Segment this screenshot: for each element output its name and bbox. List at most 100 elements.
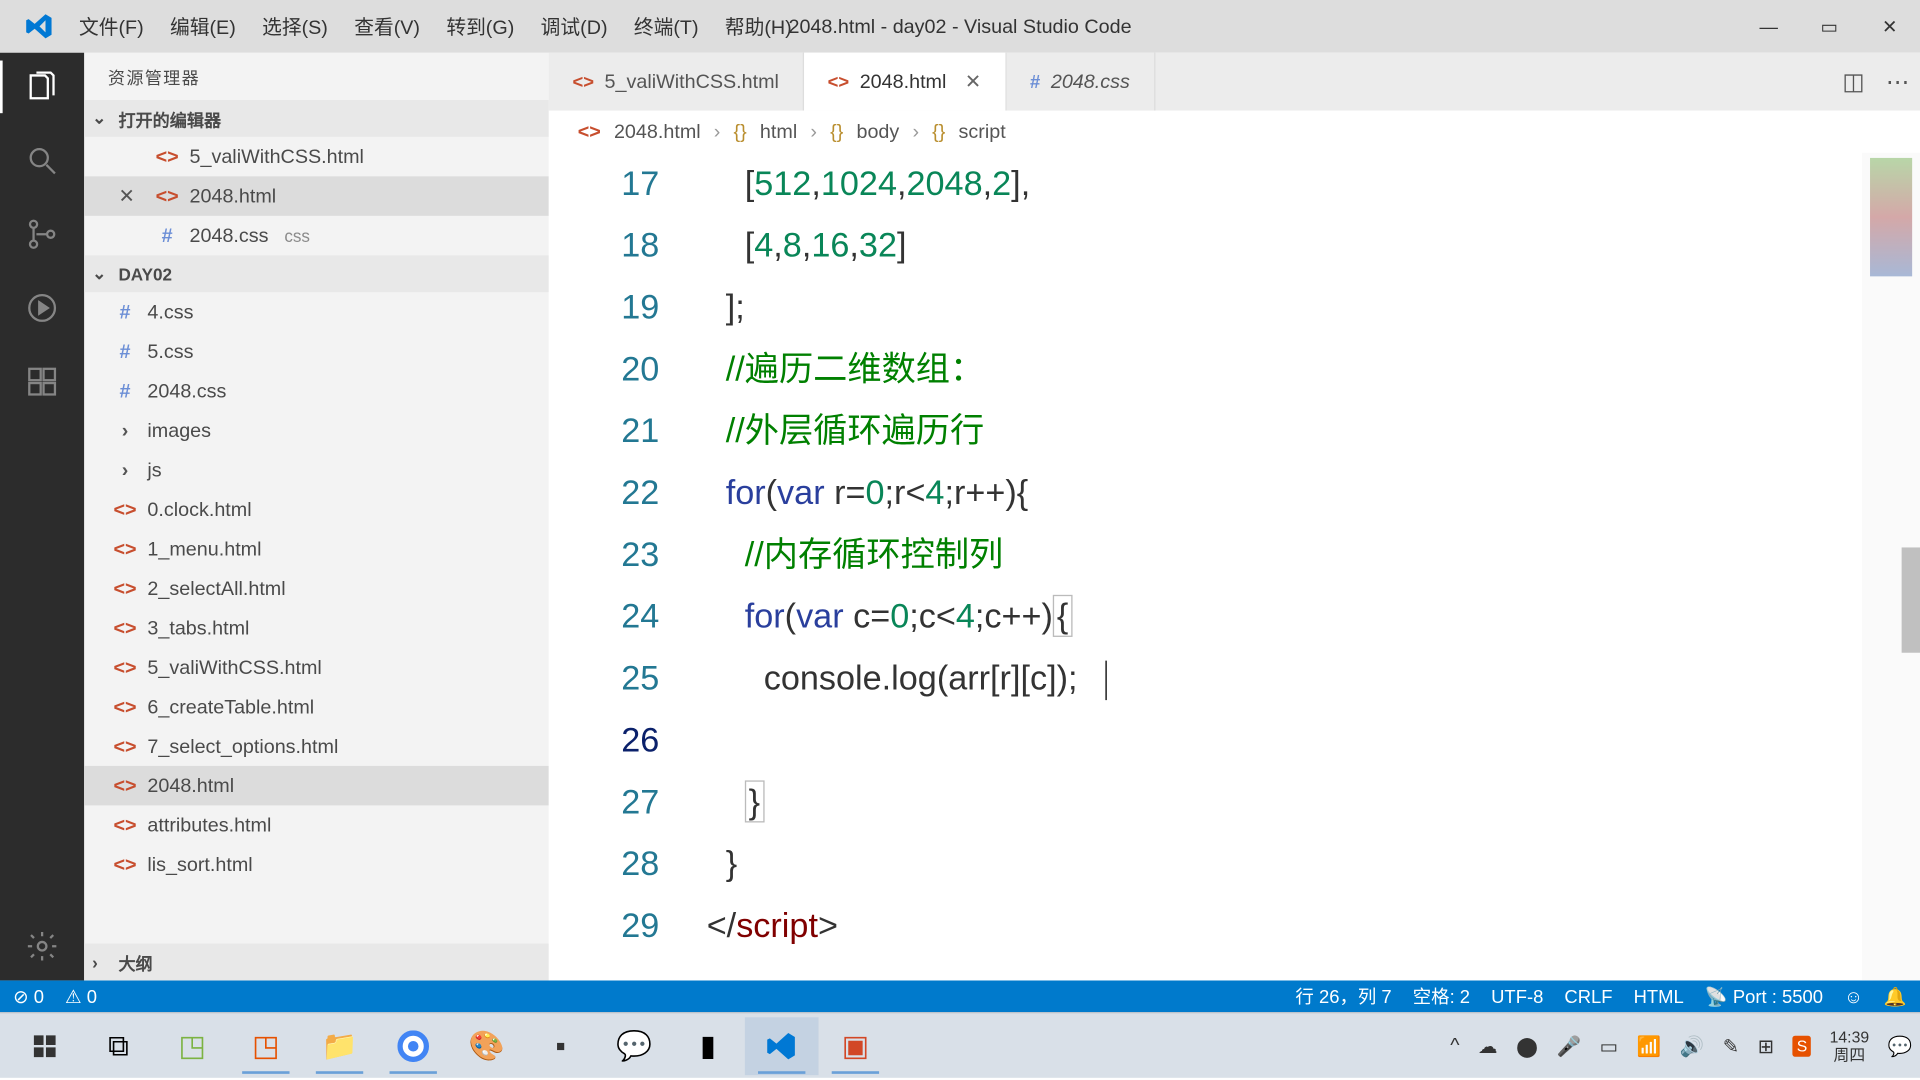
- taskbar-app[interactable]: ▪: [524, 1017, 598, 1075]
- file-tree-item[interactable]: <>6_createTable.html: [84, 687, 549, 726]
- file-tree-item[interactable]: #5.css: [84, 332, 549, 371]
- settings-gear-icon[interactable]: [24, 928, 61, 965]
- vscode-taskbar-icon[interactable]: [745, 1017, 819, 1075]
- menu-item[interactable]: 终端(T): [634, 13, 699, 41]
- outline-header[interactable]: › 大纲: [84, 944, 549, 981]
- status-language[interactable]: HTML: [1634, 986, 1684, 1007]
- task-view-icon[interactable]: ⧉: [82, 1017, 156, 1075]
- open-editor-item[interactable]: <> 5_valiWithCSS.html: [84, 137, 549, 176]
- tab-label: 2048.css: [1051, 70, 1130, 92]
- file-tree-item[interactable]: <>3_tabs.html: [84, 608, 549, 647]
- file-tree-item[interactable]: <>7_select_options.html: [84, 726, 549, 765]
- error-count[interactable]: ⊘ 0: [13, 985, 44, 1007]
- volume-icon[interactable]: 🔊: [1680, 1034, 1705, 1058]
- taskbar-app[interactable]: ◳: [155, 1017, 229, 1075]
- maximize-icon[interactable]: ▭: [1799, 0, 1860, 53]
- warning-count[interactable]: ⚠ 0: [65, 985, 97, 1007]
- line-number-gutter: 17181920212223242526272829: [549, 153, 707, 981]
- explorer-icon[interactable]: [24, 68, 61, 105]
- debug-icon[interactable]: [24, 290, 61, 327]
- file-tree-item[interactable]: <>5_valiWithCSS.html: [84, 647, 549, 686]
- breadcrumb-item[interactable]: body: [856, 120, 899, 142]
- close-icon[interactable]: ✕: [118, 184, 144, 208]
- open-editors-header[interactable]: ⌄ 打开的编辑器: [84, 100, 549, 137]
- breadcrumb-item[interactable]: html: [760, 120, 797, 142]
- editor-tab[interactable]: <> 5_valiWithCSS.html: [549, 53, 804, 111]
- search-icon[interactable]: [24, 142, 61, 179]
- menu-item[interactable]: 查看(V): [354, 13, 420, 41]
- tray-icon[interactable]: ☁: [1478, 1034, 1498, 1058]
- file-name: 2048.html: [147, 774, 234, 796]
- code-editor[interactable]: 17181920212223242526272829 [512,1024,204…: [549, 153, 1920, 981]
- file-tree-item[interactable]: <>0.clock.html: [84, 490, 549, 529]
- css-file-icon: #: [155, 224, 179, 246]
- status-liveserver[interactable]: 📡 Port : 5500: [1705, 985, 1823, 1007]
- menu-item[interactable]: 编辑(E): [170, 13, 236, 41]
- minimize-icon[interactable]: —: [1738, 0, 1799, 53]
- file-name: 2048.css: [190, 224, 269, 246]
- notifications-icon[interactable]: 🔔: [1884, 985, 1907, 1007]
- taskbar-app[interactable]: ◳: [229, 1017, 303, 1075]
- chevron-right-icon: ›: [912, 120, 919, 142]
- wifi-icon[interactable]: 📶: [1637, 1034, 1662, 1058]
- editor-tab[interactable]: # 2048.css: [1006, 53, 1155, 111]
- symbol-icon: {}: [932, 120, 945, 142]
- extensions-icon[interactable]: [24, 363, 61, 400]
- menu-item[interactable]: 选择(S): [262, 13, 328, 41]
- code-content[interactable]: [512,1024,2048,2], [4,8,16,32] ]; //遍历二维…: [707, 153, 1920, 981]
- file-tree-item[interactable]: <>2_selectAll.html: [84, 569, 549, 608]
- open-editor-item[interactable]: # 2048.css css: [84, 216, 549, 255]
- action-center-icon[interactable]: 💬: [1888, 1034, 1913, 1058]
- tray-icon[interactable]: ✎: [1723, 1034, 1740, 1058]
- taskbar-app[interactable]: 🎨: [450, 1017, 524, 1075]
- menu-item[interactable]: 帮助(H): [725, 13, 792, 41]
- folder-header[interactable]: ⌄ DAY02: [84, 255, 549, 292]
- start-button[interactable]: [8, 1017, 82, 1075]
- minimap[interactable]: [1862, 153, 1920, 981]
- menu-item[interactable]: 文件(F): [79, 13, 144, 41]
- ime-icon[interactable]: S: [1793, 1035, 1811, 1056]
- close-icon[interactable]: ✕: [965, 70, 982, 94]
- terminal-icon[interactable]: ▮: [671, 1017, 745, 1075]
- chrome-icon[interactable]: [376, 1017, 450, 1075]
- file-tree-item[interactable]: #2048.css: [84, 371, 549, 410]
- taskbar-clock[interactable]: 14:39周四: [1830, 1027, 1870, 1064]
- file-tree-item[interactable]: <>1_menu.html: [84, 529, 549, 568]
- breadcrumb-item[interactable]: script: [959, 120, 1006, 142]
- file-tree-item[interactable]: <>lis_sort.html: [84, 845, 549, 884]
- open-editor-item[interactable]: ✕ <> 2048.html: [84, 176, 549, 215]
- tray-icon[interactable]: ⊞: [1758, 1034, 1775, 1058]
- more-actions-icon[interactable]: ⋯: [1886, 68, 1910, 96]
- feedback-icon[interactable]: ☺: [1844, 986, 1863, 1007]
- file-name: lis_sort.html: [147, 853, 252, 875]
- powerpoint-icon[interactable]: ▣: [819, 1017, 893, 1075]
- breadcrumb[interactable]: <> 2048.html › {} html › {} body › {} sc…: [549, 111, 1920, 153]
- file-tree-item[interactable]: #4.css: [84, 292, 549, 331]
- status-spaces[interactable]: 空格: 2: [1413, 983, 1470, 1009]
- tray-icon[interactable]: 🎤: [1557, 1034, 1582, 1058]
- tray-icon[interactable]: ⬤: [1516, 1034, 1538, 1058]
- file-tree-item[interactable]: ›js: [84, 450, 549, 489]
- tray-expand-icon[interactable]: ^: [1450, 1034, 1459, 1056]
- battery-icon[interactable]: ▭: [1600, 1034, 1619, 1058]
- split-editor-icon[interactable]: ◫: [1842, 68, 1864, 96]
- wechat-icon[interactable]: 💬: [597, 1017, 671, 1075]
- file-explorer-icon[interactable]: 📁: [303, 1017, 377, 1075]
- folder-file-list: #4.css#5.css#2048.css›images›js<>0.clock…: [84, 292, 549, 884]
- menu-item[interactable]: 调试(D): [541, 13, 608, 41]
- html-file-icon: <>: [113, 774, 137, 796]
- breadcrumb-item[interactable]: 2048.html: [614, 120, 701, 142]
- status-eol[interactable]: CRLF: [1564, 986, 1612, 1007]
- file-name: 5.css: [147, 340, 193, 362]
- file-tree-item[interactable]: <> 2048.html: [84, 766, 549, 805]
- editor-tab[interactable]: <> 2048.html ✕: [804, 53, 1006, 111]
- close-icon[interactable]: ✕: [1860, 0, 1920, 53]
- symbol-icon: {}: [734, 120, 747, 142]
- status-lncol[interactable]: 行 26，列 7: [1295, 983, 1391, 1009]
- file-tree-item[interactable]: <>attributes.html: [84, 805, 549, 844]
- html-file-icon: <>: [828, 71, 850, 92]
- file-tree-item[interactable]: ›images: [84, 411, 549, 450]
- status-encoding[interactable]: UTF-8: [1491, 986, 1543, 1007]
- menu-item[interactable]: 转到(G): [446, 13, 514, 41]
- source-control-icon[interactable]: [24, 216, 61, 253]
